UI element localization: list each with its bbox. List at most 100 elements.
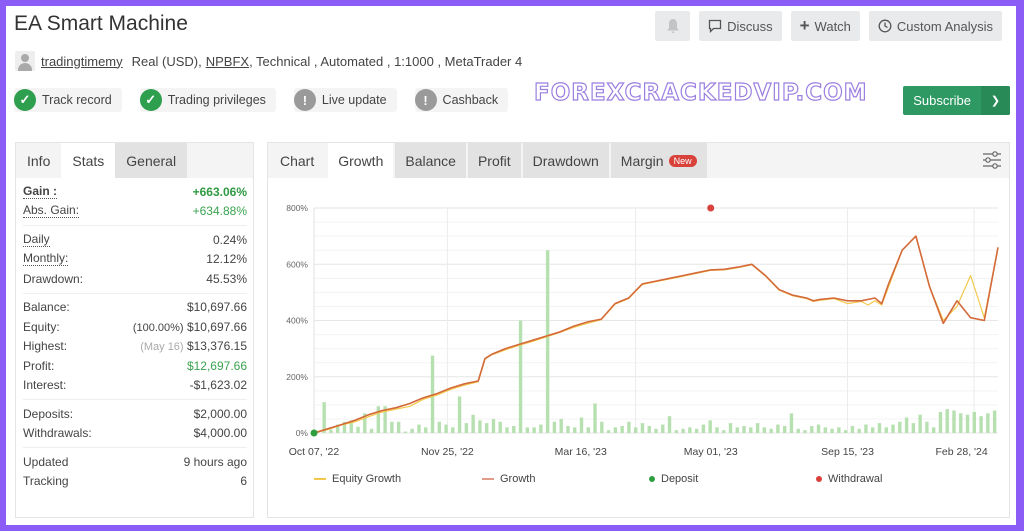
bar — [376, 406, 381, 433]
bar — [755, 423, 760, 433]
x-tick-label: Feb 28, '24 — [936, 446, 988, 458]
bar — [613, 427, 618, 433]
top-toolbar: Discuss + Watch Custom Analysis — [655, 11, 1002, 41]
discuss-label: Discuss — [727, 18, 773, 34]
badge-label: Live update — [321, 93, 387, 107]
legend-equity-growth[interactable]: Equity Growth — [314, 473, 482, 485]
legend-withdrawal[interactable]: Withdrawal — [816, 473, 882, 485]
badge-trading-privileges[interactable]: ✓ Trading privileges — [139, 88, 276, 112]
bar — [762, 427, 767, 433]
bar — [925, 421, 929, 433]
legend-label: Equity Growth — [332, 473, 402, 485]
tab-general[interactable]: General — [115, 143, 188, 178]
watch-button[interactable]: + Watch — [790, 11, 860, 41]
tab-chart[interactable]: Chart — [268, 143, 326, 178]
status-badges: ✓ Track record ✓ Trading privileges ! Live … — [14, 88, 509, 112]
page-title: EA Smart Machine — [14, 12, 188, 35]
bar — [776, 424, 780, 433]
legend-label: Growth — [500, 473, 536, 485]
stat-label[interactable]: Monthly: — [23, 252, 69, 267]
bar — [830, 428, 834, 433]
marker-deposit — [310, 429, 318, 437]
bar — [606, 430, 611, 433]
bar — [518, 320, 523, 433]
avatar[interactable] — [15, 51, 35, 71]
stat-label: Updated — [23, 454, 69, 469]
stat-highest: Highest: (May 16) $13,376.15 — [23, 337, 247, 357]
bar — [742, 425, 746, 433]
bar — [904, 417, 909, 433]
bar — [593, 403, 597, 433]
subscribe-button[interactable]: Subscribe — [903, 86, 981, 115]
bar — [322, 402, 326, 433]
divider — [23, 399, 247, 400]
bar — [410, 428, 414, 433]
stat-label[interactable]: Abs. Gain: — [23, 204, 80, 219]
badge-live-update[interactable]: ! Live update — [293, 88, 397, 112]
stat-monthly: Monthly: 12.12% — [23, 250, 247, 270]
divider — [23, 225, 247, 226]
marker-withdrawal — [707, 204, 715, 212]
custom-analysis-button[interactable]: Custom Analysis — [868, 11, 1002, 41]
tab-stats[interactable]: Stats — [61, 143, 116, 178]
equity-amount: $10,697.66 — [186, 319, 247, 334]
badge-cashback[interactable]: ! Cashback — [414, 88, 509, 112]
bar — [945, 409, 949, 433]
tab-growth[interactable]: Growth — [328, 143, 394, 178]
stat-value: 12.12% — [206, 252, 247, 267]
y-tick-label: 0% — [296, 428, 309, 438]
bar — [837, 427, 841, 433]
stat-label[interactable]: Daily — [23, 232, 50, 247]
divider — [23, 292, 247, 294]
tab-info[interactable]: Info — [16, 143, 61, 178]
broker-link[interactable]: NPBFX — [206, 54, 249, 69]
account-meta: tradingtimemy Real (USD), NPBFX , Techni… — [15, 51, 522, 71]
stat-balance: Balance: $10,697.66 — [23, 298, 247, 318]
bar — [850, 425, 855, 433]
bar — [403, 431, 408, 433]
legend-deposit[interactable]: Deposit — [649, 473, 816, 485]
x-tick-label: Oct 07, '22 — [289, 446, 340, 458]
x-tick-label: Nov 25, '22 — [421, 446, 474, 458]
bar — [959, 413, 963, 433]
bar — [986, 413, 990, 433]
bar — [694, 428, 699, 433]
bar — [437, 421, 441, 433]
bar — [965, 414, 970, 433]
x-tick-label: Mar 16, '23 — [555, 446, 607, 458]
bar — [356, 426, 360, 433]
bar — [911, 423, 916, 433]
username-link[interactable]: tradingtimemy — [41, 54, 123, 69]
growth-chart[interactable]: 0% 200% 400% 600% 800% Oct 07, '22 Nov 25, '22… — [268, 178, 1009, 468]
bar — [586, 427, 590, 433]
tab-profit[interactable]: Profit — [467, 143, 521, 178]
stat-value: +663.06% — [192, 184, 247, 199]
badge-track-record[interactable]: ✓ Track record — [14, 88, 122, 112]
tab-margin[interactable]: Margin New — [610, 143, 707, 178]
discuss-button[interactable]: Discuss — [699, 11, 782, 41]
x-tick-label: May 01, '23 — [684, 446, 738, 458]
bar — [559, 418, 563, 433]
bar — [633, 427, 638, 433]
stat-label[interactable]: Gain : — [23, 184, 58, 199]
tab-balance[interactable]: Balance — [395, 143, 466, 178]
subscribe-dropdown[interactable]: ❯ — [981, 86, 1010, 115]
stat-label: Highest: — [23, 339, 68, 354]
tab-drawdown[interactable]: Drawdown — [522, 143, 609, 178]
bar — [566, 425, 570, 433]
chart-settings-icon[interactable] — [981, 150, 1003, 170]
bar — [464, 423, 469, 433]
stat-value: 45.53% — [206, 271, 247, 286]
notify-button[interactable] — [655, 11, 691, 41]
chart-panel: Chart Growth Balance Profit Drawdown Mar… — [267, 142, 1010, 518]
bar — [451, 427, 455, 433]
bar — [532, 427, 536, 433]
account-type: Real (USD), — [131, 53, 202, 69]
stat-value: (May 16) $13,376.15 — [140, 339, 247, 353]
bar — [478, 420, 482, 433]
account-details: , Technical , Automated , 1:1000 , MetaT… — [249, 53, 523, 69]
legend-growth[interactable]: Growth — [482, 473, 649, 485]
equity-percent: (100.00%) — [132, 321, 184, 334]
stat-equity: Equity: (100.00%) $10,697.66 — [23, 317, 247, 337]
bar — [545, 250, 550, 433]
